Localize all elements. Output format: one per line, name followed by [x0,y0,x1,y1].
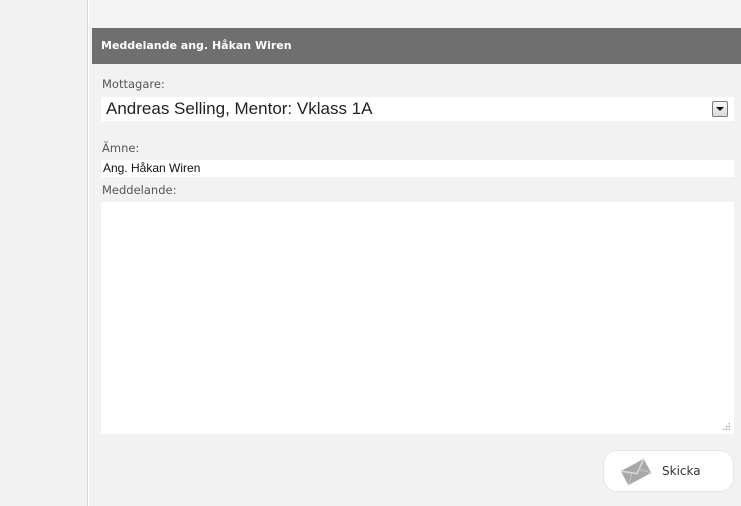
recipient-select-value: Andreas Selling, Mentor: Vklass 1A [106,99,373,118]
recipient-select[interactable]: Andreas Selling, Mentor: Vklass 1A [101,97,734,121]
send-button[interactable]: Skicka [603,450,734,492]
chevron-down-icon[interactable] [712,101,728,117]
subject-input[interactable] [101,160,734,177]
send-button-label: Skicka [662,464,701,478]
panel-top-spacer [89,0,741,28]
recipient-label: Mottagare: [102,77,165,91]
subject-label: Ämne: [102,141,140,155]
message-textarea[interactable] [101,202,734,434]
panel-header: Meddelande ang. Håkan Wiren [92,28,741,64]
resize-handle-icon[interactable] [722,422,730,430]
panel-title: Meddelande ang. Håkan Wiren [101,39,292,52]
envelope-icon [620,458,652,486]
message-label: Meddelande: [102,183,177,197]
left-sidebar-strip [0,0,88,506]
